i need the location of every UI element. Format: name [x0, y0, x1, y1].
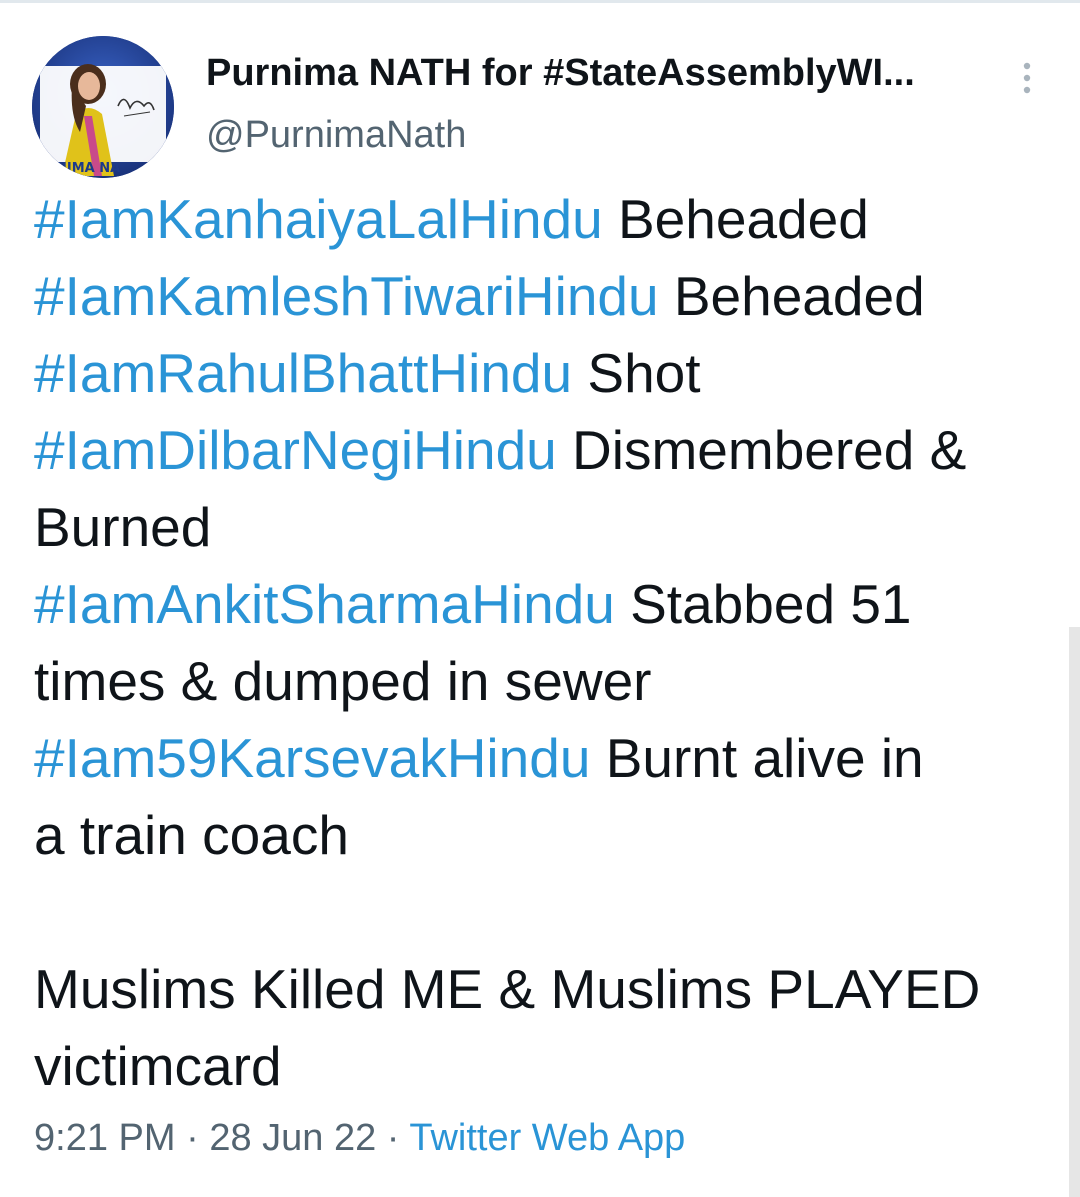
tweet-line-text: Stabbed 51 [614, 573, 912, 635]
meta-separator: · [376, 1117, 410, 1159]
tweet-line: #Iam59KarsevakHindu Burnt alive in [34, 720, 1064, 797]
tweet-line: #IamDilbarNegiHindu Dismembered & [34, 412, 1064, 489]
tweet-line-text: Shot [572, 342, 701, 404]
tweet-line: Muslims Killed ME & Muslims PLAYED [34, 951, 1064, 1028]
tweet-source-link[interactable]: Twitter Web App [409, 1117, 685, 1159]
author-display-name[interactable]: Purnima NATH for #StateAssemblyWI... [206, 52, 915, 95]
tweet-line-text: Dismembered & [556, 419, 967, 481]
tweet-text: #IamKanhaiyaLalHindu Beheaded #IamKamles… [34, 181, 1064, 1105]
tweet-line-text: times & dumped in sewer [34, 650, 652, 712]
tweet-line-text: Beheaded [658, 265, 925, 327]
tweet-line: #IamRahulBhattHindu Shot [34, 335, 1064, 412]
author-handle[interactable]: @PurnimaNath [206, 114, 466, 157]
hashtag-link[interactable]: #IamRahulBhattHindu [34, 342, 572, 404]
avatar-caption: RNIMA NA [46, 161, 120, 176]
tweet-line-text: victimcard [34, 1035, 282, 1097]
scrollbar[interactable] [1069, 627, 1080, 1197]
tweet-line: victimcard [34, 1028, 1064, 1105]
tweet-date[interactable]: 28 Jun 22 [209, 1117, 376, 1159]
tweet-line-text: a train coach [34, 804, 349, 866]
hashtag-link[interactable]: #IamAnkitSharmaHindu [34, 573, 615, 635]
hashtag-link[interactable]: #IamKanhaiyaLalHindu [34, 188, 603, 250]
tweet-line: a train coach [34, 797, 1064, 874]
tweet-line: Burned [34, 489, 1064, 566]
meta-separator: · [175, 1117, 210, 1159]
tweet-time[interactable]: 9:21 PM [34, 1117, 176, 1159]
avatar[interactable]: RNIMA NA [32, 36, 174, 178]
hashtag-link[interactable]: #Iam59KarsevakHindu [34, 727, 590, 789]
tweet-line-text: Burnt alive in [590, 727, 924, 789]
tweet-line-text: Muslims Killed ME & Muslims PLAYED [34, 958, 981, 1020]
tweet-line: times & dumped in sewer [34, 643, 1064, 720]
tweet-meta: 9:21 PM · 28 Jun 22 · Twitter Web App [34, 1117, 685, 1160]
avatar-image: RNIMA NA [32, 36, 174, 178]
tweet-line-text: Burned [34, 496, 212, 558]
tweet-line: #IamAnkitSharmaHindu Stabbed 51 [34, 566, 1064, 643]
top-divider [0, 0, 1080, 3]
tweet-line: #IamKanhaiyaLalHindu Beheaded [34, 181, 1064, 258]
more-vertical-icon[interactable] [1012, 58, 1042, 98]
hashtag-link[interactable]: #IamKamleshTiwariHindu [34, 265, 659, 327]
hashtag-link[interactable]: #IamDilbarNegiHindu [34, 419, 557, 481]
tweet-line-text: Beheaded [602, 188, 869, 250]
tweet-line: #IamKamleshTiwariHindu Beheaded [34, 258, 1064, 335]
